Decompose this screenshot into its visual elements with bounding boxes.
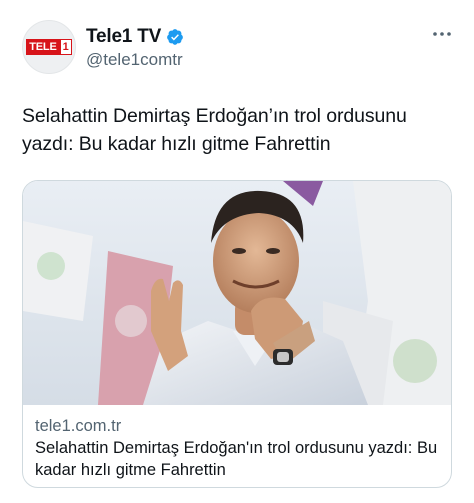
tweet-text: Selahattin Demirtaş Erdoğan’ın trol ordu… — [22, 105, 407, 155]
account-handle[interactable]: @tele1comtr — [86, 50, 183, 70]
link-card-image — [23, 181, 451, 405]
link-card-meta: tele1.com.tr Selahattin Demirtaş Erdoğan… — [35, 415, 445, 481]
logo-text: TELE — [26, 39, 60, 55]
avatar[interactable]: TELE 1 — [22, 20, 76, 74]
verified-badge-icon — [167, 29, 184, 45]
link-card-title[interactable]: Selahattin Demirtaş Erdoğan'ın trol ordu… — [35, 437, 445, 481]
logo-number: 1 — [59, 39, 72, 55]
link-card[interactable]: tele1.com.tr Selahattin Demirtaş Erdoğan… — [22, 180, 452, 488]
tele1-logo: TELE 1 — [26, 39, 72, 55]
link-card-domain: tele1.com.tr — [35, 417, 122, 435]
display-name[interactable]: Tele1 TV — [86, 26, 161, 48]
author-name-row: Tele1 TV — [86, 26, 184, 48]
more-options-icon[interactable] — [430, 24, 454, 44]
